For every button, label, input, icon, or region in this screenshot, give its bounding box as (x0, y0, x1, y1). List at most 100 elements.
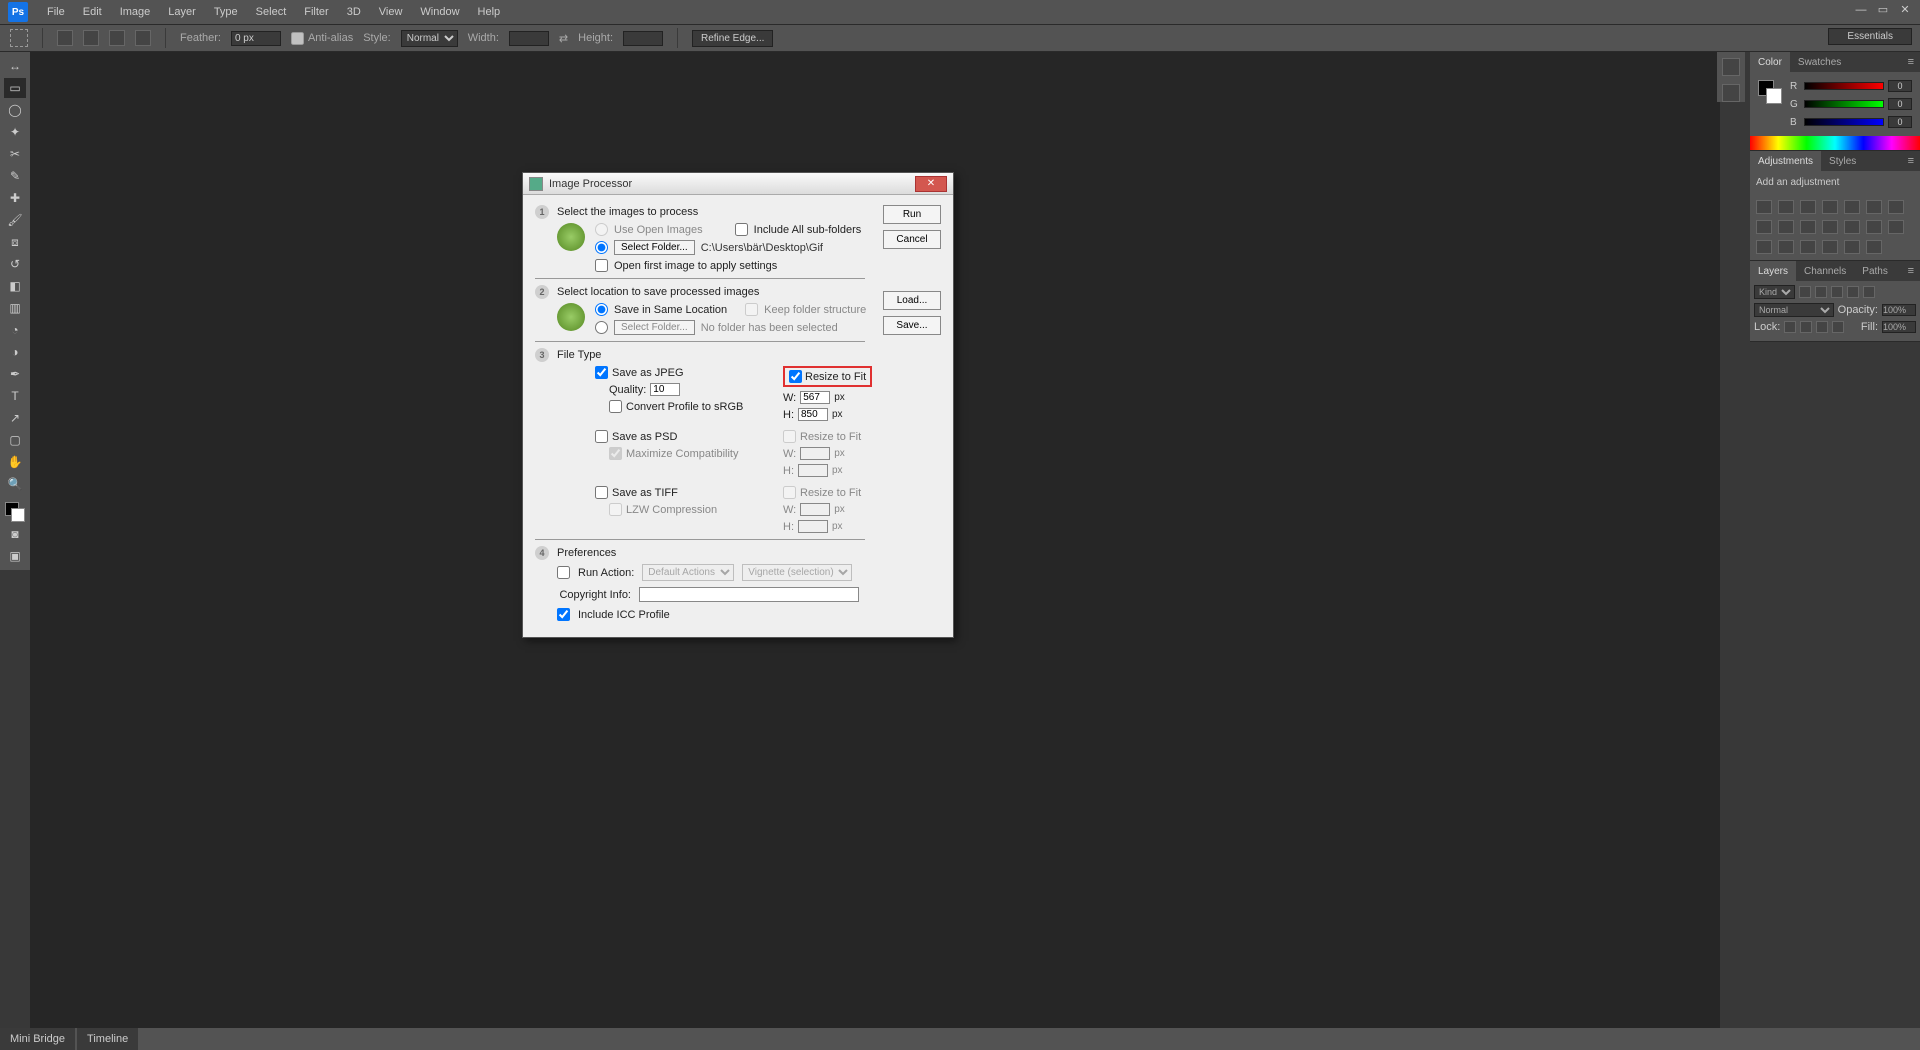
panel-menu-icon[interactable]: ≡ (1902, 56, 1920, 68)
lock-pixel-icon[interactable] (1800, 321, 1812, 333)
adj-threshold-icon[interactable] (1866, 220, 1882, 234)
adj-photo-icon[interactable] (1756, 220, 1772, 234)
stamp-tool-icon[interactable]: ⧈ (4, 232, 26, 252)
save-jpeg-checkbox[interactable] (595, 366, 608, 379)
menu-file[interactable]: File (38, 6, 74, 18)
dialog-close-button[interactable]: ✕ (915, 176, 947, 192)
tab-mini-bridge[interactable]: Mini Bridge (0, 1028, 75, 1050)
path-tool-icon[interactable]: ↗ (4, 408, 26, 428)
tab-paths[interactable]: Paths (1854, 261, 1896, 281)
lock-trans-icon[interactable] (1784, 321, 1796, 333)
lasso-tool-icon[interactable]: ◯ (4, 100, 26, 120)
menu-type[interactable]: Type (205, 6, 247, 18)
history-brush-tool-icon[interactable]: ↺ (4, 254, 26, 274)
run-button[interactable]: Run (883, 205, 941, 224)
adj-hue-icon[interactable] (1866, 200, 1882, 214)
convert-srgb-checkbox[interactable] (609, 400, 622, 413)
adj-vibrance-icon[interactable] (1844, 200, 1860, 214)
blur-tool-icon[interactable]: ◔ (4, 320, 26, 340)
load-button[interactable]: Load... (883, 291, 941, 310)
menu-filter[interactable]: Filter (295, 6, 337, 18)
color-ramp[interactable] (1750, 136, 1920, 150)
filter-type-icon[interactable] (1831, 286, 1843, 298)
menu-help[interactable]: Help (469, 6, 510, 18)
feather-input[interactable] (231, 31, 281, 46)
same-location-radio[interactable] (595, 303, 608, 316)
tab-channels[interactable]: Channels (1796, 261, 1854, 281)
adj-more4-icon[interactable] (1844, 240, 1860, 254)
filter-pixel-icon[interactable] (1799, 286, 1811, 298)
filter-adj-icon[interactable] (1815, 286, 1827, 298)
brush-tool-icon[interactable]: 🖌 (4, 210, 26, 230)
menu-layer[interactable]: Layer (159, 6, 205, 18)
tab-swatches[interactable]: Swatches (1790, 52, 1849, 72)
adj-more3-icon[interactable] (1822, 240, 1838, 254)
window-maximize-icon[interactable]: ▭ (1874, 3, 1892, 17)
tab-timeline[interactable]: Timeline (77, 1028, 138, 1050)
save-psd-checkbox[interactable] (595, 430, 608, 443)
menu-edit[interactable]: Edit (74, 6, 111, 18)
window-minimize-icon[interactable]: — (1852, 3, 1870, 17)
g-value[interactable]: 0 (1888, 98, 1912, 110)
panel-menu-icon[interactable]: ≡ (1902, 155, 1920, 167)
quickmask-icon[interactable]: ◙ (4, 524, 26, 544)
tab-styles[interactable]: Styles (1821, 151, 1864, 171)
blend-mode-select[interactable]: Normal (1754, 303, 1834, 317)
eyedropper-tool-icon[interactable]: ✎ (4, 166, 26, 186)
cancel-button[interactable]: Cancel (883, 230, 941, 249)
r-value[interactable]: 0 (1888, 80, 1912, 92)
lock-all-icon[interactable] (1832, 321, 1844, 333)
opacity-input[interactable] (1882, 304, 1916, 316)
include-subfolders-checkbox[interactable] (735, 223, 748, 236)
wand-tool-icon[interactable]: ✦ (4, 122, 26, 142)
fill-input[interactable] (1882, 321, 1916, 333)
history-panel-icon[interactable] (1722, 58, 1740, 76)
hand-tool-icon[interactable]: ✋ (4, 452, 26, 472)
tab-color[interactable]: Color (1750, 52, 1790, 72)
panel-menu-icon[interactable]: ≡ (1902, 265, 1920, 277)
open-first-checkbox[interactable] (595, 259, 608, 272)
menu-select[interactable]: Select (247, 6, 296, 18)
active-tool-icon[interactable] (10, 29, 28, 47)
selection-mode-add-icon[interactable] (83, 30, 99, 46)
tab-adjustments[interactable]: Adjustments (1750, 151, 1821, 171)
marquee-tool-icon[interactable]: ▭ (4, 78, 26, 98)
adj-levels-icon[interactable] (1778, 200, 1794, 214)
dodge-tool-icon[interactable]: ◑ (4, 342, 26, 362)
b-slider[interactable] (1804, 118, 1884, 126)
adj-curves-icon[interactable] (1800, 200, 1816, 214)
lock-pos-icon[interactable] (1816, 321, 1828, 333)
color-swatch[interactable] (5, 502, 25, 522)
save-button[interactable]: Save... (883, 316, 941, 335)
refine-edge-button[interactable]: Refine Edge... (692, 30, 773, 47)
copyright-input[interactable] (639, 587, 859, 602)
adj-more1-icon[interactable] (1778, 240, 1794, 254)
tab-layers[interactable]: Layers (1750, 261, 1796, 281)
layer-kind-select[interactable]: Kind (1754, 285, 1795, 299)
menu-image[interactable]: Image (111, 6, 160, 18)
eraser-tool-icon[interactable]: ◧ (4, 276, 26, 296)
adj-lookup-icon[interactable] (1800, 220, 1816, 234)
adj-mixer-icon[interactable] (1778, 220, 1794, 234)
r-slider[interactable] (1804, 82, 1884, 90)
jpeg-height-input[interactable] (798, 408, 828, 421)
filter-smart-icon[interactable] (1863, 286, 1875, 298)
select-folder-radio[interactable] (595, 241, 608, 254)
move-tool-icon[interactable]: ↔ (4, 56, 26, 76)
style-select[interactable]: Normal (401, 30, 458, 47)
selection-mode-new-icon[interactable] (57, 30, 73, 46)
pen-tool-icon[interactable]: ✒ (4, 364, 26, 384)
jpeg-width-input[interactable] (800, 391, 830, 404)
include-icc-checkbox[interactable] (557, 608, 570, 621)
adj-exposure-icon[interactable] (1822, 200, 1838, 214)
adj-poster-icon[interactable] (1844, 220, 1860, 234)
adj-invert-icon[interactable] (1822, 220, 1838, 234)
heal-tool-icon[interactable]: ✚ (4, 188, 26, 208)
selection-mode-intersect-icon[interactable] (135, 30, 151, 46)
gradient-tool-icon[interactable]: ▥ (4, 298, 26, 318)
b-value[interactable]: 0 (1888, 116, 1912, 128)
shape-tool-icon[interactable]: ▢ (4, 430, 26, 450)
screenmode-icon[interactable]: ▣ (4, 546, 26, 566)
save-folder-radio[interactable] (595, 321, 608, 334)
zoom-tool-icon[interactable]: 🔍 (4, 474, 26, 494)
